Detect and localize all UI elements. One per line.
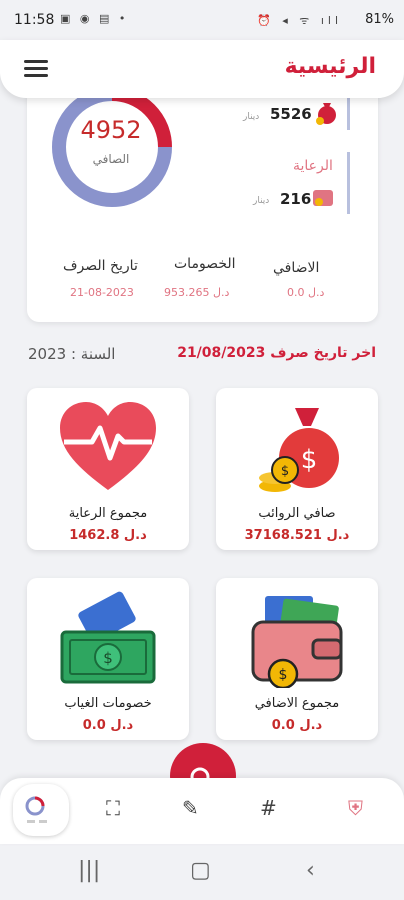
stat-divider: [347, 98, 350, 130]
money-bag-icon: [316, 103, 336, 125]
care-amount: 216: [280, 190, 312, 208]
edit-crop-icon[interactable]: ✎: [182, 796, 199, 820]
tile-extra-total[interactable]: $ مجموع الاضافي 0.0 د.ل: [216, 578, 378, 740]
thumbnail-preview-icon: [25, 796, 47, 823]
care-unit: دينار: [253, 196, 270, 206]
pay-date-title: تاريخ الصرف: [63, 258, 138, 274]
care-icon: [313, 190, 333, 206]
screenshot-thumbnail[interactable]: [13, 784, 69, 836]
net-value: 4952: [80, 116, 142, 144]
tile-label: مجموع الاضافي: [254, 696, 340, 711]
net-label: الصافي: [92, 152, 130, 166]
svg-text:$: $: [103, 649, 113, 667]
wallet-icon: $: [251, 596, 343, 688]
home-icon[interactable]: ▢: [190, 858, 211, 883]
recents-icon[interactable]: |||: [78, 858, 100, 883]
page-title: الرئيسية: [284, 54, 376, 79]
menu-button[interactable]: [24, 60, 48, 78]
tile-care-total[interactable]: مجموع الرعاية 1462.8 د.ل: [27, 388, 189, 550]
shield-plus-icon[interactable]: ⛨: [348, 796, 363, 820]
deductions-value: 953.265 د.ل: [164, 286, 230, 299]
stat-divider: [347, 152, 350, 214]
hashtag-icon[interactable]: #: [260, 796, 277, 820]
status-time: 11:58: [14, 12, 55, 28]
battery-level: 81%: [365, 12, 394, 27]
care-label: الرعاية: [293, 158, 333, 174]
tile-net-salaries[interactable]: $ $ صافي الروائب 37168.521 د.ل: [216, 388, 378, 550]
pay-date-value: 21-08-2023: [70, 286, 134, 299]
net-ring-chart: [52, 87, 172, 207]
cash-icon: $: [60, 591, 156, 684]
year-label: السنة : 2023: [28, 345, 116, 363]
extra-title: الاضافي: [273, 260, 320, 276]
bottom-toolbar: ⛶ ✎ # ⛨: [0, 778, 404, 844]
tile-absence-deductions[interactable]: $ خصومات الغياب 0.0 د.ل: [27, 578, 189, 740]
tile-value: 0.0 د.ل: [82, 718, 134, 733]
tile-value: 1462.8 د.ل: [69, 528, 147, 543]
last-payment-label: اخر تاريخ صرف 21/08/2023: [177, 345, 376, 361]
app-bar: الرئيسية: [0, 40, 404, 98]
menu-icon: [24, 60, 48, 63]
summary-card[interactable]: 4952 الصافي 5526 دينار الرعاية 216 دينار…: [27, 80, 378, 322]
svg-text:$: $: [281, 464, 289, 479]
svg-text:$: $: [279, 667, 288, 683]
signal-icons: ⏰ ◂ ᯤ ıll: [257, 14, 342, 27]
top-amount: 5526: [270, 105, 312, 123]
money-bag-icon: $ $: [259, 408, 339, 492]
deductions-title: الخصومات: [174, 256, 236, 272]
extra-value: 0.0 د.ل: [287, 286, 325, 299]
tile-label: صافي الروائب: [258, 506, 336, 521]
back-icon[interactable]: ‹: [306, 858, 315, 883]
heart-icon: [60, 402, 156, 490]
system-nav-bar: ||| ▢ ‹: [0, 846, 404, 900]
scan-icon[interactable]: ⛶: [106, 796, 120, 820]
tile-value: 0.0 د.ل: [271, 718, 323, 733]
tile-label: خصومات الغياب: [64, 696, 152, 711]
svg-text:$: $: [301, 445, 318, 475]
tile-value: 37168.521 د.ل: [244, 528, 350, 543]
top-unit: دينار: [243, 112, 260, 122]
status-bar: 11:58 ▣ ◉ ▤ • ⏰ ◂ ᯤ ıll 81%: [0, 0, 404, 44]
tile-label: مجموع الرعاية: [68, 506, 148, 521]
notification-icons: ▣ ◉ ▤ •: [60, 12, 129, 25]
